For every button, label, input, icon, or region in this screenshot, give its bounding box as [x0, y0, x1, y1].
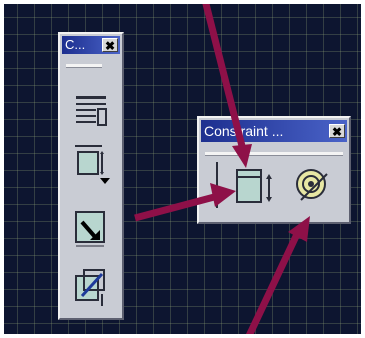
constraint-toolbar-titlebar[interactable]: Constraint ... ✖: [201, 120, 347, 142]
anchor-target-icon[interactable]: [287, 164, 335, 210]
fix-together-icon[interactable]: [72, 266, 110, 310]
constraint-dropdown-icon[interactable]: [72, 142, 110, 186]
left-toolbar: C... ✖: [58, 32, 124, 320]
left-toolbar-titlebar[interactable]: C... ✖: [62, 36, 120, 54]
toolbar-grip[interactable]: [205, 152, 343, 156]
constraint-toolbar: Constraint ... ✖: [197, 116, 351, 224]
box-arrow-icon[interactable]: [72, 206, 110, 250]
close-button[interactable]: ✖: [329, 124, 345, 139]
toolbar-grip[interactable]: [66, 64, 102, 68]
constraint-toolbar-title: Constraint ...: [204, 123, 284, 139]
close-button[interactable]: ✖: [102, 38, 118, 53]
constraint-box-icon[interactable]: [211, 160, 277, 210]
left-toolbar-title: C...: [65, 37, 86, 52]
lines-table-icon[interactable]: [72, 90, 110, 134]
